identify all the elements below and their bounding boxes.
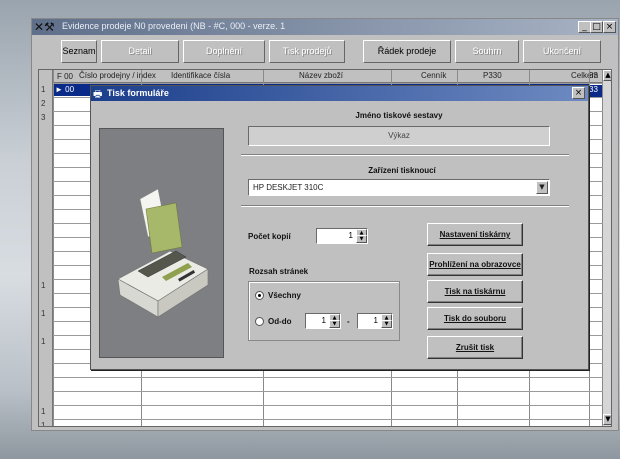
vertical-scrollbar[interactable]: ▲ ▼ <box>602 70 611 426</box>
row-marker: 3 <box>41 113 46 122</box>
range-to-stepper[interactable]: 1 ▲ ▼ <box>357 313 393 329</box>
spin-down-icon[interactable]: ▼ <box>329 320 340 328</box>
grid-column-line <box>53 70 54 426</box>
spin-down-icon[interactable]: ▼ <box>381 320 392 328</box>
column-header[interactable]: Cenník <box>421 71 446 80</box>
scroll-up-arrow-icon[interactable]: ▲ <box>603 70 611 81</box>
grid-row-line <box>53 377 603 378</box>
row-marker: 1 <box>41 421 46 427</box>
cell-value: 33 <box>589 85 602 97</box>
range-from-value: 1 <box>321 316 326 325</box>
printer-setup-button[interactable]: Nastavení tiskárny <box>427 223 523 246</box>
page-range-group: Všechny Od-do 1 ▲ ▼ - 1 ▲ ▼ <box>248 281 400 341</box>
row-marker: 1 <box>41 407 46 416</box>
column-header[interactable]: P330 <box>483 71 502 80</box>
tab-doplneni[interactable]: Doplnění <box>183 40 265 63</box>
form-name-field: Výkaz <box>248 126 550 146</box>
tab-tisk-prodeju[interactable]: Tisk prodejů <box>269 40 345 63</box>
separator <box>241 154 569 156</box>
range-from-stepper[interactable]: 1 ▲ ▼ <box>305 313 341 329</box>
copies-value: 1 <box>348 231 353 240</box>
tab-seznam[interactable]: Seznam <box>61 40 97 63</box>
page-range-label: Rozsah stránek <box>249 267 309 276</box>
row-marker: 2 <box>41 99 46 108</box>
device-label: Zařízení tisknoucí <box>368 166 436 175</box>
printer-select-value: HP DESKJET 310C <box>253 183 324 192</box>
selected-row-prefix: ► 00 <box>55 85 75 94</box>
print-button[interactable]: Tisk na tiskárnu <box>427 280 523 303</box>
grid-row-line <box>53 419 603 420</box>
printer-illustration <box>99 128 224 358</box>
grid-column-line <box>589 70 590 426</box>
print-to-file-button[interactable]: Tisk do souboru <box>427 307 523 330</box>
tab-souhrn[interactable]: Souhrn <box>455 40 519 63</box>
grid-header: Číslo prodejny / index Identifikace čísl… <box>53 70 603 83</box>
column-header[interactable]: Identifikace čísla <box>171 71 230 80</box>
tools-icon: ✕⚒ <box>34 20 55 34</box>
printer-select[interactable]: HP DESKJET 310C ▼ <box>248 179 550 196</box>
dialog-title: Tisk formuláře <box>107 88 169 98</box>
copies-stepper[interactable]: 1 ▲ ▼ <box>316 228 368 244</box>
tab-detail[interactable]: Detail <box>101 40 179 63</box>
preview-button[interactable]: Prohlížení na obrazovce <box>427 253 523 276</box>
copies-label: Počet kopií <box>248 232 291 241</box>
tab-radek-prodeje[interactable]: Řádek prodeje <box>363 40 451 63</box>
tab-ukonceni[interactable]: Ukončení <box>523 40 601 63</box>
cancel-print-button[interactable]: Zrušit tisk <box>427 336 523 359</box>
print-dialog: 🖶 Tisk formuláře × Jméno tiskové sestavy… <box>90 85 589 370</box>
row-marker: 1 <box>41 309 46 318</box>
cell-value: 33 <box>589 71 598 80</box>
row-header-column <box>39 70 53 426</box>
row-marker: 1 <box>41 281 46 290</box>
chevron-down-icon[interactable]: ▼ <box>536 181 548 194</box>
radio-page-range[interactable] <box>255 317 264 326</box>
form-name-label: Jméno tiskové sestavy <box>355 111 443 120</box>
grid-row-line <box>53 391 603 392</box>
radio-page-range-label[interactable]: Od-do <box>268 317 292 326</box>
column-header[interactable]: Název zboží <box>299 71 343 80</box>
radio-all-pages-label[interactable]: Všechny <box>268 291 301 300</box>
first-row-prefix: F 00 <box>57 72 74 81</box>
row-marker: 1 <box>41 337 46 346</box>
printer-image <box>117 188 209 318</box>
dialog-title-bar: 🖶 Tisk formuláře × <box>91 86 588 101</box>
column-header[interactable]: Číslo prodejny / index <box>79 71 156 80</box>
grid-row-line <box>53 83 603 84</box>
spin-down-icon[interactable]: ▼ <box>356 235 367 243</box>
title-bar: ✕⚒ Evidence prodeje N0 provedeni (NB - #… <box>32 19 618 35</box>
dialog-close-button[interactable]: × <box>572 87 585 99</box>
separator <box>241 205 569 207</box>
window-title: Evidence prodeje N0 provedeni (NB - #C, … <box>62 21 286 31</box>
row-marker: 1 <box>41 85 46 94</box>
close-button[interactable]: × <box>603 21 616 33</box>
printer-icon: 🖶 <box>93 89 103 100</box>
range-to-value: 1 <box>373 316 378 325</box>
scroll-down-arrow-icon[interactable]: ▼ <box>603 414 611 425</box>
radio-all-pages[interactable] <box>255 291 264 300</box>
maximize-button[interactable]: □ <box>590 21 603 33</box>
grid-row-line <box>53 405 603 406</box>
range-dash: - <box>347 317 350 326</box>
